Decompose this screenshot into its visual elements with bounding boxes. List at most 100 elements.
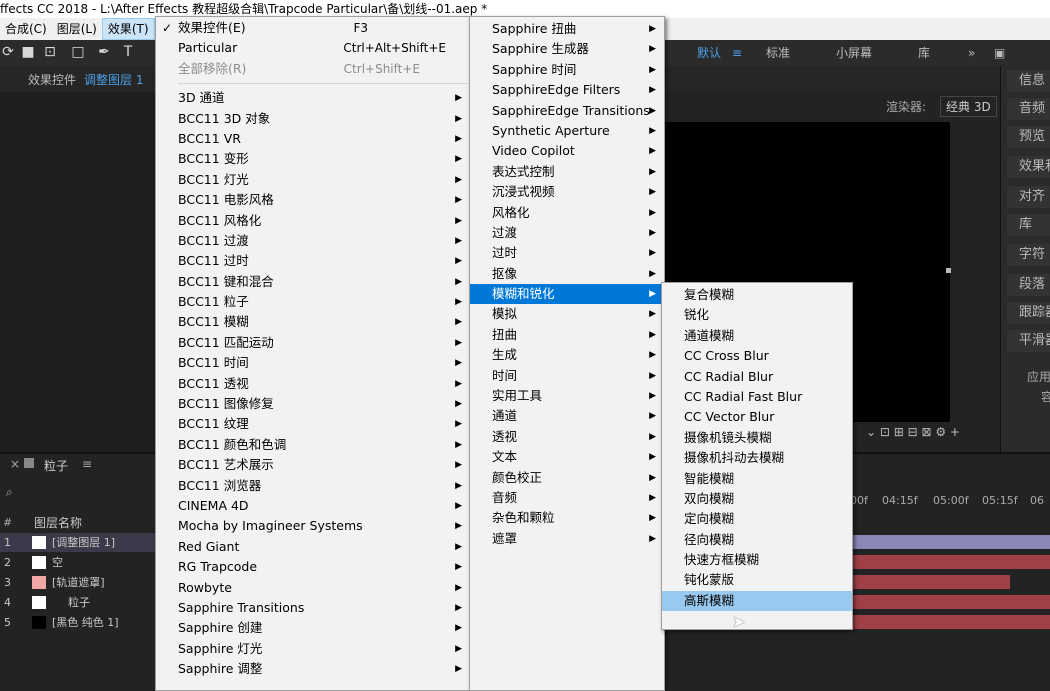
menu1-item-bcc11-浏览器[interactable]: BCC11 浏览器 ▶ [156, 476, 470, 496]
menu1-item-bcc11-变形[interactable]: BCC11 变形 ▶ [156, 149, 470, 169]
menu3-item-高斯模糊[interactable]: 高斯模糊 [662, 590, 852, 612]
menu1-item-sapphire-创建[interactable]: Sapphire 创建 ▶ [156, 618, 470, 638]
renderer-dropdown[interactable]: 经典 3D [940, 96, 997, 117]
menu1-item-sapphire-transitions[interactable]: Sapphire Transitions ▶ [156, 598, 470, 618]
menu2-item-风格化[interactable]: 风格化 ▶ [470, 203, 664, 223]
panel-paragraph[interactable]: 段落 [1007, 274, 1050, 296]
workspace-small-screen[interactable]: 小屏幕 [836, 44, 872, 62]
menu2-item-sapphire-扭曲[interactable]: Sapphire 扭曲 ▶ [470, 19, 664, 39]
tab-menu-icon[interactable]: ≡ [82, 457, 92, 471]
panel-effects-presets[interactable]: 效果和 [1007, 156, 1050, 178]
pen-tool-icon[interactable]: ✒ [96, 44, 112, 60]
menu2-item-sapphireedge-transitions[interactable]: SapphireEdge Transitions ▶ [470, 101, 664, 121]
menu2-item-时间[interactable]: 时间 ▶ [470, 366, 664, 386]
menu1-item-bcc11-匹配运动[interactable]: BCC11 匹配运动 ▶ [156, 333, 470, 353]
menu1-item-rg-trapcode[interactable]: RG Trapcode ▶ [156, 557, 470, 577]
menu1-item-bcc11-过时[interactable]: BCC11 过时 ▶ [156, 251, 470, 271]
menu1-item-red-giant[interactable]: Red Giant ▶ [156, 537, 470, 557]
layer-color-swatch[interactable] [32, 556, 46, 569]
menu2-item-遮罩[interactable]: 遮罩 ▶ [470, 529, 664, 549]
layer-row[interactable]: 1 [调整图层 1] [0, 533, 160, 552]
panel-tracker[interactable]: 跟踪器 [1007, 302, 1050, 324]
menu1-item-sapphire-调整[interactable]: Sapphire 调整 ▶ [156, 659, 470, 679]
menu2-item-杂色和颗粒[interactable]: 杂色和颗粒 ▶ [470, 508, 664, 528]
apply-button[interactable]: 应用 [1027, 368, 1050, 385]
menu2-item-生成[interactable]: 生成 ▶ [470, 345, 664, 365]
menu3-item-钝化蒙版[interactable]: 钝化蒙版 [662, 570, 852, 590]
panel-library[interactable]: 库 [1007, 214, 1050, 236]
menu1-item-bcc11-3d-对象[interactable]: BCC11 3D 对象 ▶ [156, 109, 470, 129]
menu2-item-实用工具[interactable]: 实用工具 ▶ [470, 386, 664, 406]
menu2-item-synthetic-aperture[interactable]: Synthetic Aperture ▶ [470, 121, 664, 141]
menu1-item-3d-通道[interactable]: 3D 通道 ▶ [156, 88, 470, 108]
menu3-item-cc-vector-blur[interactable]: CC Vector Blur [662, 407, 852, 427]
menu1-item-bcc11-键和混合[interactable]: BCC11 键和混合 ▶ [156, 272, 470, 292]
menu1-item-bcc11-vr[interactable]: BCC11 VR ▶ [156, 129, 470, 149]
menu3-item-双向模糊[interactable]: 双向模糊 [662, 489, 852, 509]
menu2-item-颜色校正[interactable]: 颜色校正 ▶ [470, 468, 664, 488]
layer-row[interactable]: 4 粒子 [0, 593, 160, 612]
panel-audio[interactable]: 音频 [1007, 98, 1050, 120]
menu1-item-bcc11-时间[interactable]: BCC11 时间 ▶ [156, 353, 470, 373]
layer-name[interactable]: [调整图层 1] [52, 533, 115, 552]
menu3-item-摄像机抖动去模糊[interactable]: 摄像机抖动去模糊 [662, 448, 852, 468]
panel-align[interactable]: 对齐 [1007, 186, 1050, 208]
layer-duration-bar[interactable] [850, 615, 1050, 629]
menu2-item-透视[interactable]: 透视 ▶ [470, 427, 664, 447]
menu3-item-cc-cross-blur[interactable]: CC Cross Blur [662, 346, 852, 366]
orbit-tool-icon[interactable]: ⟳ [0, 44, 16, 60]
layer-duration-bar[interactable] [850, 555, 1050, 569]
layer-duration-bar[interactable] [850, 595, 1050, 609]
text-tool-icon[interactable]: T [120, 44, 136, 60]
menu1-item-bcc11-风格化[interactable]: BCC11 风格化 ▶ [156, 211, 470, 231]
menu1-item-bcc11-电影风格[interactable]: BCC11 电影风格 ▶ [156, 190, 470, 210]
menu1-item-cinema-4d[interactable]: CINEMA 4D ▶ [156, 496, 470, 516]
menu1-item-bcc11-过渡[interactable]: BCC11 过渡 ▶ [156, 231, 470, 251]
layer-duration-bar[interactable] [850, 535, 1050, 549]
menu2-item-表达式控制[interactable]: 表达式控制 ▶ [470, 162, 664, 182]
layer-row[interactable]: 2 空 [0, 553, 160, 572]
layer-duration-bar[interactable] [850, 575, 1010, 589]
menu2-item-文本[interactable]: 文本 ▶ [470, 447, 664, 467]
timeline-tab[interactable]: 粒子 [44, 457, 68, 474]
menu-composition[interactable]: 合成(C) [0, 18, 52, 40]
menu3-item-复合模糊[interactable]: 复合模糊 [662, 285, 852, 305]
layer-name[interactable]: [轨道遮罩] [52, 573, 105, 592]
menu3-item-通道模糊[interactable]: 通道模糊 [662, 326, 852, 346]
menu3-item-径向模糊[interactable]: 径向模糊 [662, 530, 852, 550]
menu-effect[interactable]: 效果(T) [101, 18, 155, 40]
layer-row[interactable]: 3 [轨道遮罩] [0, 573, 160, 592]
menu2-item-模糊和锐化[interactable]: 模糊和锐化 ▶ [470, 284, 664, 305]
menu3-item-cc-radial-blur[interactable]: CC Radial Blur [662, 367, 852, 387]
workspace-menu-icon[interactable]: ≡ [732, 44, 742, 62]
menu2-item-扭曲[interactable]: 扭曲 ▶ [470, 325, 664, 345]
menu3-item-快速方框模糊[interactable]: 快速方框模糊 [662, 550, 852, 570]
layer-handle[interactable] [946, 268, 951, 273]
menu1-item-bcc11-模糊[interactable]: BCC11 模糊 ▶ [156, 312, 470, 332]
layer-name[interactable]: [黑色 纯色 1] [52, 613, 119, 632]
pan-behind-tool-icon[interactable]: ⊡ [42, 44, 58, 60]
menu2-item-抠像[interactable]: 抠像 ▶ [470, 264, 664, 284]
layer-color-swatch[interactable] [32, 536, 46, 549]
close-tab-icon[interactable]: × [10, 457, 20, 471]
menu1-item-bcc11-艺术展示[interactable]: BCC11 艺术展示 ▶ [156, 455, 470, 475]
menu2-item-过渡[interactable]: 过渡 ▶ [470, 223, 664, 243]
menu1-item-bcc11-纹理[interactable]: BCC11 纹理 ▶ [156, 414, 470, 434]
menu1-item-bcc11-颜色和色调[interactable]: BCC11 颜色和色调 ▶ [156, 435, 470, 455]
panel-info[interactable]: 信息 [1007, 70, 1050, 92]
camera-tool-icon[interactable]: ■ [20, 44, 36, 60]
menu3-item-锐化[interactable]: 锐化 [662, 305, 852, 325]
menu2-item-sapphire-时间[interactable]: Sapphire 时间 ▶ [470, 60, 664, 80]
menu1-item-bcc11-图像修复[interactable]: BCC11 图像修复 ▶ [156, 394, 470, 414]
search-help-icon[interactable]: ▣ [994, 44, 1005, 62]
panel-character[interactable]: 字符 [1007, 244, 1050, 266]
layer-color-swatch[interactable] [32, 576, 46, 589]
search-icon[interactable]: ⌕ [6, 485, 13, 500]
menu3-item-cc-radial-fast-blur[interactable]: CC Radial Fast Blur [662, 387, 852, 407]
menu3-item-摄像机镜头模糊[interactable]: 摄像机镜头模糊 [662, 428, 852, 448]
menu2-item-过时[interactable]: 过时 ▶ [470, 243, 664, 263]
workspace-standard[interactable]: 标准 [766, 44, 790, 62]
layer-row[interactable]: 5 [黑色 纯色 1] [0, 613, 160, 632]
more-workspaces-icon[interactable]: » [968, 44, 975, 62]
viewer-controls-icon[interactable]: ⌄ ⊡ ⊞ ⊟ ⊠ ⚙ + [866, 425, 960, 439]
